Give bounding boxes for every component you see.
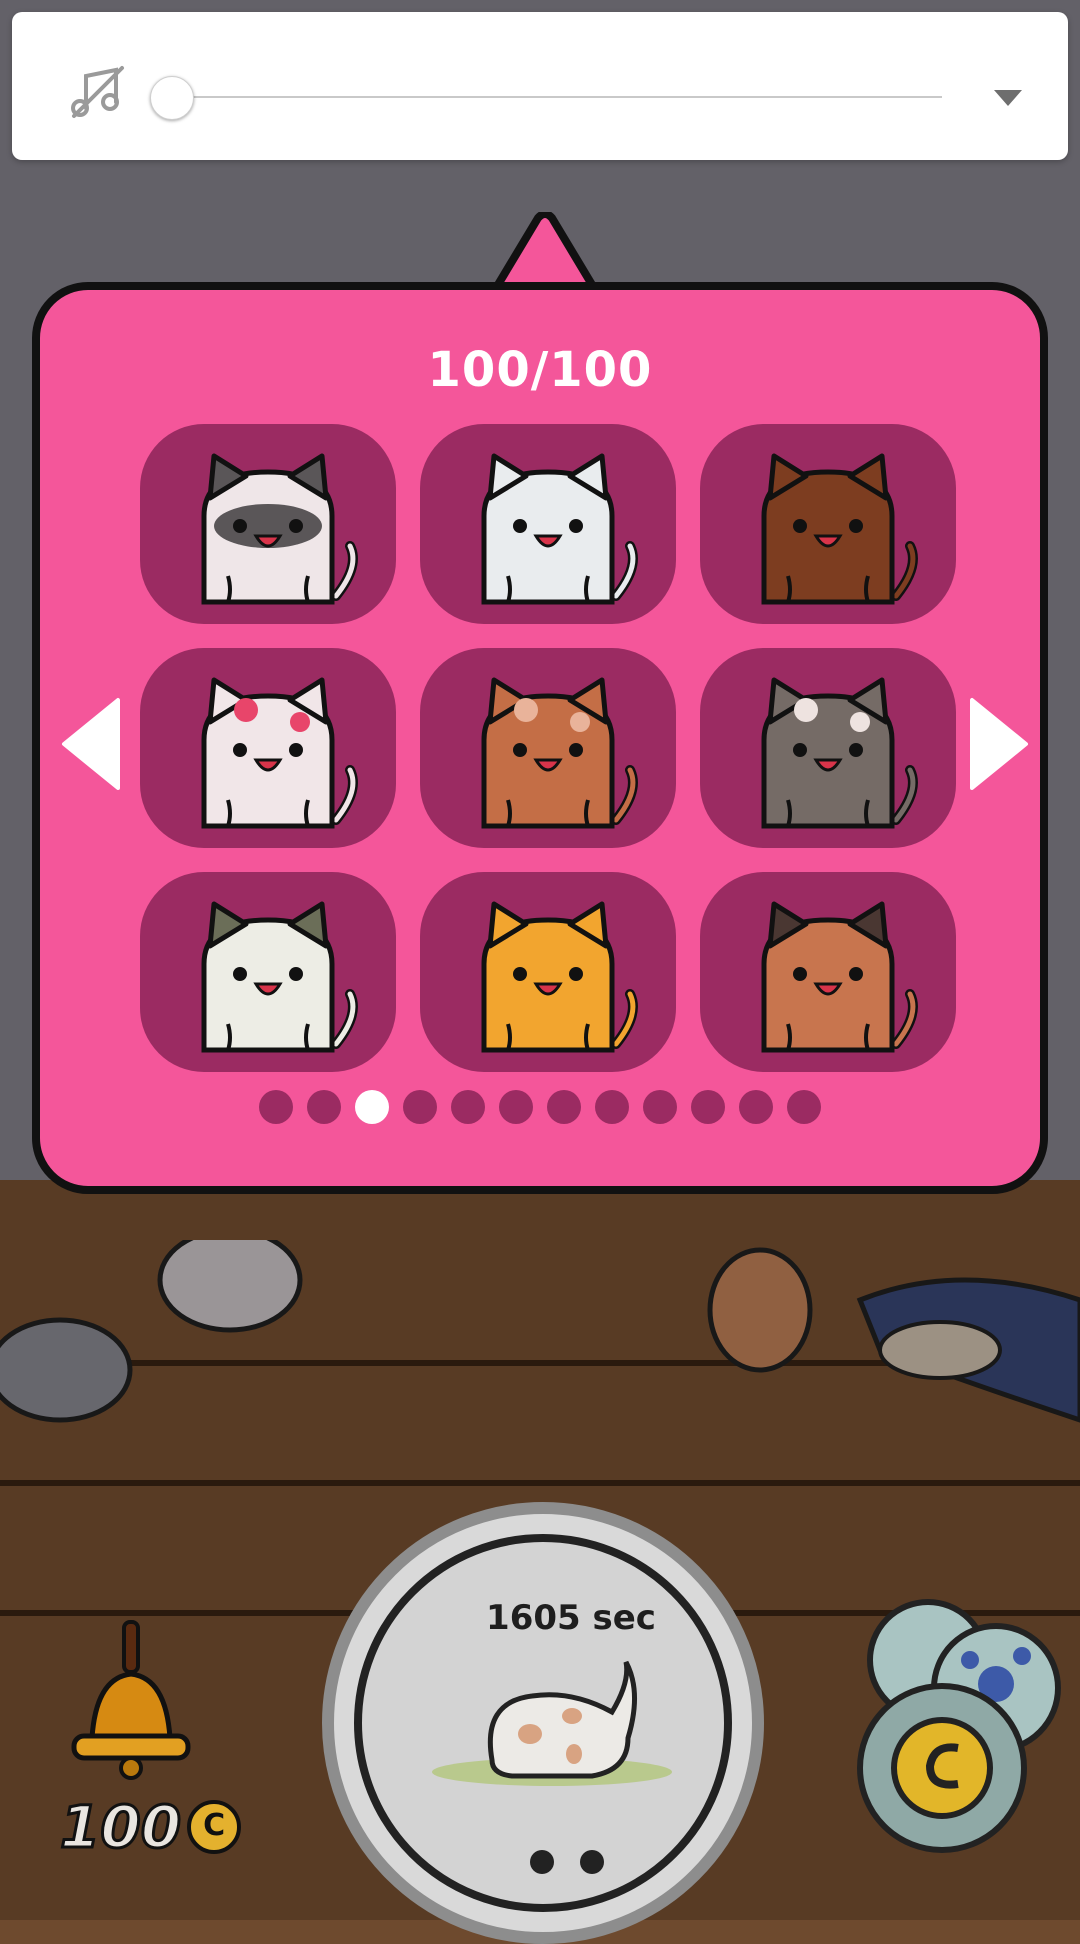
page-dot-2[interactable] (307, 1090, 341, 1124)
page-dot-6[interactable] (499, 1090, 533, 1124)
arrow-right-icon[interactable] (964, 694, 1034, 794)
page-indicator (40, 1090, 1040, 1130)
cat-slot-calico-cat[interactable] (700, 872, 956, 1072)
page-dot-1[interactable] (259, 1090, 293, 1124)
cat-slot-white-cat[interactable] (420, 424, 676, 624)
page-dot-8[interactable] (595, 1090, 629, 1124)
cat-slot-brown-cat[interactable] (700, 424, 956, 624)
cat-icon (481, 677, 638, 829)
page-dot-11[interactable] (739, 1090, 773, 1124)
chevron-down-icon[interactable] (988, 82, 1028, 112)
sleeping-cat-icon (432, 1660, 672, 1874)
cat-slot-pink-spotted-cat[interactable] (140, 648, 396, 848)
cat-icon (761, 453, 918, 605)
cat-icon (481, 453, 638, 605)
page-dot-7[interactable] (547, 1090, 581, 1124)
coin-shop-icon[interactable] (846, 1594, 1066, 1854)
page-dot-5[interactable] (451, 1090, 485, 1124)
cat-slot-grey-patched-cat[interactable] (700, 648, 956, 848)
page-dot-4[interactable] (403, 1090, 437, 1124)
cat-icon (201, 901, 358, 1053)
volume-panel (12, 12, 1068, 160)
cat-icon (761, 677, 918, 829)
page-dot-3[interactable] (355, 1090, 389, 1124)
collection-count: 100/100 (427, 342, 653, 398)
cat-grid (140, 424, 956, 1072)
cat-icon (201, 677, 358, 829)
cat-slot-orange-tabby-cat[interactable] (420, 872, 676, 1072)
cat-slot-ginger-cat[interactable] (420, 648, 676, 848)
page-dot-9[interactable] (643, 1090, 677, 1124)
cat-slot-siamese-cat[interactable] (140, 424, 396, 624)
cat-icon (761, 901, 918, 1053)
coin-amount: 100 (58, 1792, 182, 1863)
cat-collection-popup: 100/100 (32, 282, 1048, 1194)
bell-icon[interactable] (66, 1618, 196, 1788)
coin-balance: 100 C (44, 1792, 257, 1863)
timer-label: 1605 sec (486, 1598, 656, 1638)
timer-inner-ring: 1605 sec (354, 1534, 732, 1912)
volume-slider-thumb[interactable] (150, 76, 194, 120)
music-off-icon[interactable] (68, 62, 128, 122)
cat-icon (201, 453, 358, 605)
page-dot-12[interactable] (787, 1090, 821, 1124)
volume-slider-track[interactable] (170, 96, 942, 98)
cat-icon (481, 901, 638, 1053)
cat-slot-olive-cat[interactable] (140, 872, 396, 1072)
arrow-left-icon[interactable] (56, 694, 126, 794)
food-timer-button[interactable]: 1605 sec (322, 1502, 764, 1944)
page-dot-10[interactable] (691, 1090, 725, 1124)
coin-icon: C (187, 1799, 242, 1854)
